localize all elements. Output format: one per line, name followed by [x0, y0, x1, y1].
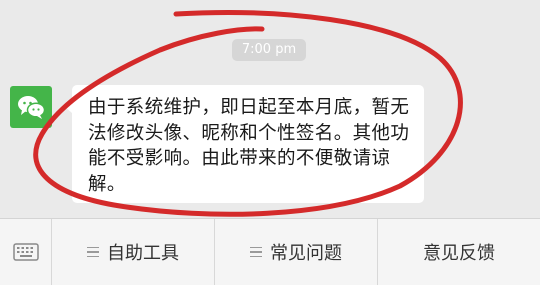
keyboard-toggle-button[interactable] [0, 219, 52, 285]
menu-item-feedback[interactable]: 意见反馈 [378, 219, 540, 285]
menu-item-faq[interactable]: 常见问题 [215, 219, 378, 285]
message-text: 由于系统维护，即日起至本月底，暂无法修改头像、昵称和个性签名。其他功能不受影响。… [88, 97, 410, 195]
menu-item-label: 自助工具 [107, 243, 179, 264]
wechat-icon [18, 96, 46, 119]
menu-item-self-service[interactable]: 自助工具 [52, 219, 215, 285]
menu-item-label: 常见问题 [270, 243, 342, 264]
chat-area: 7:00 pm 由于系统维护，即日起至本月底，暂无法修改头像、昵称和个性签名。其… [0, 0, 540, 218]
avatar[interactable] [10, 86, 52, 128]
keyboard-icon [12, 243, 39, 261]
message-bubble[interactable]: 由于系统维护，即日起至本月底，暂无法修改头像、昵称和个性签名。其他功能不受影响。… [64, 85, 424, 203]
menu-lines-icon [250, 246, 262, 258]
menu-item-label: 意见反馈 [423, 243, 495, 264]
menu-lines-icon [87, 246, 99, 258]
timestamp: 7:00 pm [232, 39, 306, 61]
menu-bar: 自助工具 常见问题 意见反馈 [0, 218, 540, 285]
